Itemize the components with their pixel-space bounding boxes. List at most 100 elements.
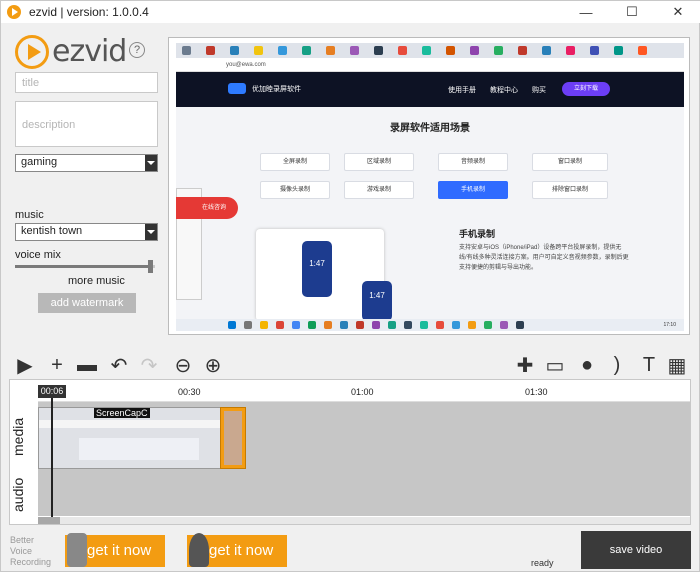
add-watermark-button[interactable]: add watermark xyxy=(38,293,136,313)
scene-chip-active: 手机录制 xyxy=(438,181,508,199)
tab-icon xyxy=(590,46,599,55)
tab-icon xyxy=(446,46,455,55)
site-nav-item: 教程中心 xyxy=(490,87,518,94)
scrollbar-thumb[interactable] xyxy=(38,517,60,524)
minimize-button[interactable]: — xyxy=(563,1,609,23)
tab-icon xyxy=(566,46,575,55)
tracks-area[interactable]: ScreenCapC xyxy=(38,402,690,516)
film-icon[interactable]: ▦ xyxy=(665,353,689,377)
taskbar-icon xyxy=(484,321,492,329)
scene-chip: 游戏录制 xyxy=(344,181,414,199)
windows-taskbar: 17:10 xyxy=(176,319,684,331)
play-icon[interactable]: ▶ xyxy=(13,353,37,377)
scene-chip: 区域录制 xyxy=(344,153,414,171)
tab-icon xyxy=(326,46,335,55)
music-select[interactable]: kentish town xyxy=(15,223,158,241)
tab-icon xyxy=(230,46,239,55)
voice-mix-label: voice mix xyxy=(15,249,61,261)
tab-icon xyxy=(398,46,407,55)
track-label-media: media xyxy=(10,417,26,457)
video-preview: you@ewa.com 优加睦录屏软件 使用手册 教程中心 购买 立刻下载 录屏… xyxy=(168,37,690,335)
taskbar-icon xyxy=(420,321,428,329)
music-value: kentish town xyxy=(21,225,83,237)
site-nav-item: 使用手册 xyxy=(448,87,476,94)
redo-icon[interactable]: ↷ xyxy=(137,353,161,377)
tab-icon xyxy=(278,46,287,55)
taskbar-icon xyxy=(276,321,284,329)
track-labels: media audio xyxy=(10,402,38,524)
taskbar-icon xyxy=(340,321,348,329)
chevron-down-icon[interactable] xyxy=(145,155,157,171)
speech-icon[interactable]: ) xyxy=(605,353,629,377)
monitor-icon[interactable]: ▭ xyxy=(543,353,567,377)
title-bar: ezvid | version: 1.0.0.4 — ☐ ✕ xyxy=(1,1,700,23)
more-music-link[interactable]: more music xyxy=(68,275,125,287)
save-video-button[interactable]: save video xyxy=(581,531,691,569)
site-heading: 录屏软件适用场景 xyxy=(390,123,470,134)
section-text: 支持安卓与iOS（iPhone/iPad）设备跨平台投屏录制，提供无线/有线多种… xyxy=(459,245,629,271)
editor-toolbar: ▶ + ▬ ↶ ↷ ⊖ ⊕ ✚ ▭ ● ) T ▦ xyxy=(9,351,691,379)
tab-icon xyxy=(518,46,527,55)
promo-label: get it now xyxy=(87,542,152,559)
tick-label: 00:30 xyxy=(178,387,201,397)
taskbar-icon xyxy=(308,321,316,329)
time-ruler[interactable]: 00:30 01:00 01:30 xyxy=(38,380,690,402)
timeline-scrollbar[interactable] xyxy=(38,517,690,524)
tab-icon xyxy=(254,46,263,55)
browser-tabs xyxy=(176,43,684,58)
microphone-icon[interactable]: ● xyxy=(575,353,599,377)
status-text: ready xyxy=(531,558,554,568)
tab-icon xyxy=(470,46,479,55)
scene-chip: 窗口录制 xyxy=(532,153,608,171)
gamepad-icon[interactable]: ✚ xyxy=(513,353,537,377)
tab-icon xyxy=(614,46,623,55)
zoom-in-icon[interactable]: ⊕ xyxy=(201,353,225,377)
tab-icon xyxy=(374,46,383,55)
media-clip[interactable]: ScreenCapC xyxy=(38,407,222,469)
category-select[interactable]: gaming xyxy=(15,154,158,172)
site-download-button: 立刻下载 xyxy=(562,82,610,96)
chevron-down-icon[interactable] xyxy=(145,224,157,240)
timeline[interactable]: 00:30 01:00 01:30 00:06 media audio Scre… xyxy=(9,379,691,525)
voice-mix-handle[interactable] xyxy=(147,260,153,273)
taskbar-icon xyxy=(404,321,412,329)
play-logo-icon xyxy=(15,34,49,69)
logo-text: ezvid xyxy=(52,34,127,69)
clip-thumb-strip xyxy=(39,420,221,428)
window-title: ezvid | version: 1.0.0.4 xyxy=(29,5,149,19)
app-icon xyxy=(7,5,21,19)
site-header: 优加睦录屏软件 使用手册 教程中心 购买 立刻下载 xyxy=(176,72,684,107)
media-clip-end[interactable] xyxy=(220,407,246,469)
start-icon xyxy=(228,321,236,329)
undo-icon[interactable]: ↶ xyxy=(107,353,131,377)
microphone-icon xyxy=(67,533,87,567)
voice-mix-fill xyxy=(15,265,151,268)
ezvid-logo: ezvid xyxy=(15,34,127,69)
better-voice-label: Better Voice Recording xyxy=(10,535,52,567)
title-input[interactable]: title xyxy=(15,72,158,93)
zoom-out-icon[interactable]: ⊖ xyxy=(171,353,195,377)
taskbar-icon xyxy=(516,321,524,329)
clip-thumb-content xyxy=(79,438,199,460)
site-logo-icon xyxy=(228,83,246,94)
tab-icon xyxy=(494,46,503,55)
description-input[interactable]: description xyxy=(15,101,158,147)
playhead[interactable] xyxy=(51,398,53,518)
voice-mix-slider[interactable] xyxy=(15,260,155,273)
phone-mockup: 1:47 xyxy=(362,281,392,321)
category-value: gaming xyxy=(21,156,58,168)
help-icon[interactable]: ? xyxy=(129,42,145,58)
clip-thumb xyxy=(224,411,242,465)
playhead-time: 00:06 xyxy=(38,385,66,398)
consult-button: 在线咨询 xyxy=(176,197,238,219)
close-button[interactable]: ✕ xyxy=(655,1,700,23)
tab-icon xyxy=(350,46,359,55)
browser-url: you@ewa.com xyxy=(176,58,684,72)
get-it-now-button[interactable]: get it now xyxy=(187,533,287,567)
text-icon[interactable]: T xyxy=(637,353,661,377)
open-folder-icon[interactable]: ▬ xyxy=(75,353,99,377)
taskbar-clock: 17:10 xyxy=(663,322,676,328)
add-file-icon[interactable]: + xyxy=(45,353,69,377)
get-it-now-button[interactable]: get it now xyxy=(65,533,165,567)
maximize-button[interactable]: ☐ xyxy=(609,1,655,23)
